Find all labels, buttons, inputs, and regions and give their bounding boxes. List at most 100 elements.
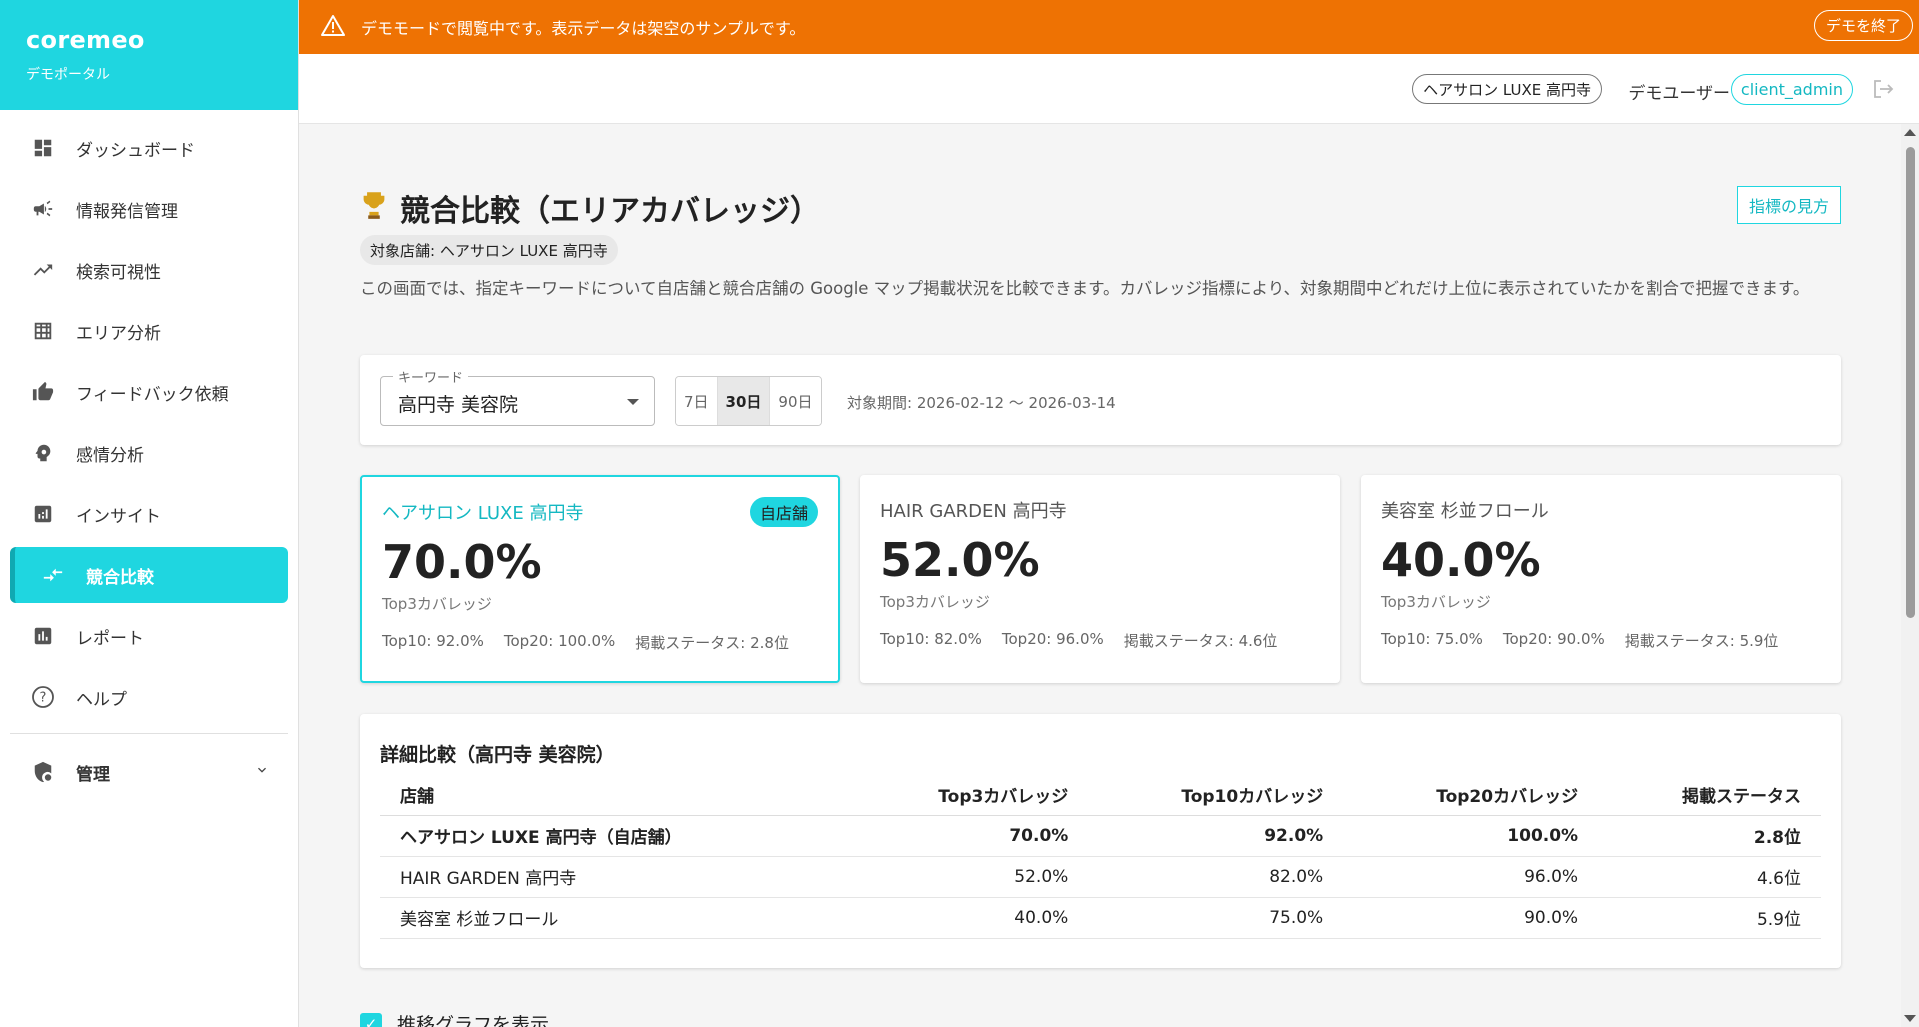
sidebar-item-label: フィードバック依頼 [76,384,229,405]
sidebar-item-label: エリア分析 [76,323,161,344]
page-title: 競合比較（エリアカバレッジ） [400,194,820,229]
range-7d-button[interactable]: 7日 [676,377,718,425]
sidebar-item-search-visibility[interactable]: 検索可視性 [10,242,288,298]
scroll-up-arrow[interactable] [1904,129,1916,136]
table-cell: 92.0% [1088,815,1344,857]
sidebar-item-label: 情報発信管理 [76,201,178,222]
scroll-thumb[interactable] [1906,147,1915,618]
card-top10: Top10: 92.0% [382,632,484,650]
range-90d-button[interactable]: 90日 [770,377,821,425]
sidebar-item-dashboard[interactable]: ダッシュボード [10,120,288,176]
column-header: Top10カバレッジ [1088,774,1344,816]
column-header: Top3カバレッジ [850,774,1089,816]
sidebar-item-help[interactable]: ? ヘルプ [10,669,288,725]
card-top20: Top20: 96.0% [1001,630,1104,648]
sidebar-item-label: 競合比較 [86,567,154,588]
sidebar-item-area-analysis[interactable]: エリア分析 [10,303,288,359]
store-selector-chip[interactable]: ヘアサロン LUXE 高円寺 [1412,74,1602,104]
help-icon: ? [30,684,56,710]
sidebar-item-label: ヘルプ [76,689,127,710]
sidebar-item-publishing[interactable]: 情報発信管理 [10,181,288,237]
logout-icon[interactable] [1871,77,1895,101]
range-30d-button[interactable]: 30日 [717,377,771,425]
trend-chart-toggle-label: 推移グラフを表示 [397,1014,550,1027]
psychology-icon [30,440,56,466]
brand[interactable]: coremeo デモポータル [0,0,298,110]
store-card-competitor: HAIR GARDEN 高円寺 52.0% Top3カバレッジ Top10: 8… [860,475,1340,683]
table-cell: HAIR GARDEN 高円寺 [380,856,850,898]
trophy-icon [360,190,388,227]
sidebar-item-label: 管理 [76,764,110,785]
grid-icon [30,318,56,344]
filter-card: キーワード 高円寺 美容院 7日 30日 90日 対象期間: 2026-02-1… [360,355,1841,445]
admin-shield-icon [30,759,56,785]
table-header-row: 店舗 Top3カバレッジ Top10カバレッジ Top20カバレッジ 掲載ステー… [380,774,1821,816]
range-toggle-group: 7日 30日 90日 [675,376,822,426]
table-cell: 4.6位 [1598,856,1821,898]
sidebar-item-insights[interactable]: インサイト [10,486,288,542]
card-top3-label: Top3カバレッジ [880,593,990,611]
keyword-select[interactable]: キーワード 高円寺 美容院 [380,367,655,426]
keyword-label: キーワード [393,367,469,386]
checkbox-checked-icon[interactable]: ✓ [360,1012,382,1027]
sidebar-item-competitor[interactable]: 競合比較 [10,547,288,603]
dashboard-icon [30,135,56,161]
sidebar-item-report[interactable]: レポート [10,608,288,664]
coverage-cards: ヘアサロン LUXE 高円寺 自店舗 70.0% Top3カバレッジ Top10… [360,475,1841,683]
table-cell: 5.9位 [1598,897,1821,939]
sidebar: coremeo デモポータル ダッシュボード 情報発信管理 検索可視性 エリア分… [0,0,299,1027]
column-header: Top20カバレッジ [1343,774,1599,816]
page-scrollbar[interactable] [1901,124,1919,1027]
warning-icon [321,14,345,40]
card-top10: Top10: 75.0% [1381,630,1483,648]
scroll-down-arrow[interactable] [1904,1015,1916,1022]
insights-icon [30,501,56,527]
sidebar-item-label: レポート [76,628,144,649]
comparison-table: 店舗 Top3カバレッジ Top10カバレッジ Top20カバレッジ 掲載ステー… [380,774,1821,939]
table-cell: 82.0% [1088,856,1344,898]
sidebar-item-label: インサイト [76,506,161,527]
card-metrics: Top10: 82.0% Top20: 96.0% 掲載ステータス: 4.6位 [880,630,1320,651]
card-top20: Top20: 90.0% [1502,630,1605,648]
exit-demo-button[interactable]: デモを終了 [1813,10,1913,41]
card-status: 掲載ステータス: 5.9位 [1624,632,1779,650]
table-cell: 96.0% [1343,856,1599,898]
trend-chart-toggle[interactable]: ✓ 推移グラフを表示 [360,1010,549,1027]
column-header: 店舗 [380,774,850,816]
table-cell: 100.0% [1343,815,1599,857]
sidebar-item-sentiment[interactable]: 感情分析 [10,425,288,481]
card-top3-value: 70.0% [382,535,542,589]
table-cell: 52.0% [850,856,1089,898]
card-store-name: 美容室 杉並フロール [1381,501,1549,522]
brand-subtitle: デモポータル [26,67,110,83]
card-top3-label: Top3カバレッジ [1381,593,1491,611]
table-cell: 2.8位 [1598,815,1821,857]
metric-guide-button[interactable]: 指標の見方 [1736,186,1841,224]
dropdown-arrow-icon [627,399,639,405]
compare-arrows-icon [40,562,66,588]
sidebar-item-feedback[interactable]: フィードバック依頼 [10,364,288,420]
trending-up-icon [30,257,56,283]
sidebar-item-label: 検索可視性 [76,262,161,283]
column-header: 掲載ステータス [1598,774,1821,816]
table-row: ヘアサロン LUXE 高円寺（自店舗） 70.0% 92.0% 100.0% 2… [380,815,1821,857]
period-text: 対象期間: 2026-02-12 〜 2026-03-14 [847,394,1116,412]
table-cell: 美容室 杉並フロール [380,897,850,939]
card-status: 掲載ステータス: 2.8位 [635,634,789,652]
sidebar-item-label: 感情分析 [76,445,144,466]
table-cell: 70.0% [850,815,1089,857]
page-description: この画面では、指定キーワードについて自店舗と競合店舗の Google マップ掲載… [360,279,1810,298]
table-cell: ヘアサロン LUXE 高円寺（自店舗） [380,815,850,857]
card-metrics: Top10: 75.0% Top20: 90.0% 掲載ステータス: 5.9位 [1381,630,1821,651]
card-top3-value: 40.0% [1381,533,1541,587]
user-name: デモユーザー [1628,84,1730,104]
sidebar-item-label: ダッシュボード [76,140,195,161]
chevron-down-icon [254,762,270,783]
target-store-chip: 対象店舗: ヘアサロン LUXE 高円寺 [360,235,618,265]
card-top3-value: 52.0% [880,533,1040,587]
top-header: ヘアサロン LUXE 高円寺 デモユーザー client_admin [299,54,1919,124]
table-cell: 40.0% [850,897,1089,939]
sidebar-item-admin[interactable]: 管理 [10,744,288,800]
detail-title: 詳細比較（高円寺 美容院） [380,744,615,766]
megaphone-icon [30,196,56,222]
